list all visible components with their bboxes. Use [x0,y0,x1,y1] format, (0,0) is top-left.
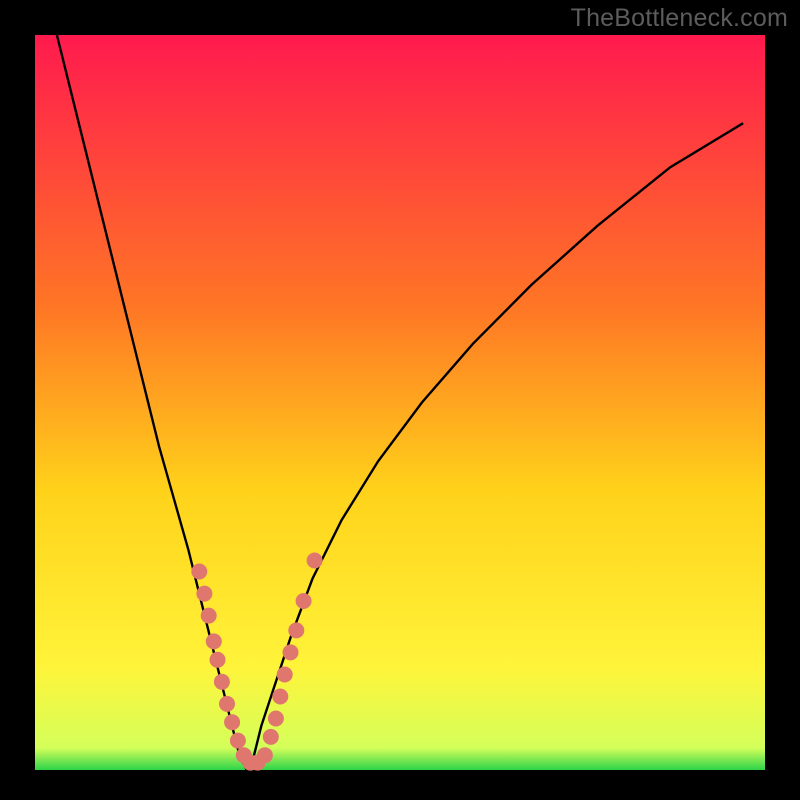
sample-point [277,667,293,683]
sample-point [307,553,323,569]
sample-point [257,747,273,763]
sample-point [196,586,212,602]
sample-point [283,644,299,660]
sample-point [191,564,207,580]
sample-point [210,652,226,668]
sample-point [288,622,304,638]
sample-point [268,711,284,727]
sample-point [206,633,222,649]
chart-frame: TheBottleneck.com [0,0,800,800]
sample-point [219,696,235,712]
sample-point [296,593,312,609]
sample-point [214,674,230,690]
plot-svg [0,0,800,800]
sample-point [263,729,279,745]
watermark-text: TheBottleneck.com [571,4,788,33]
plot-background [35,35,765,770]
sample-point [224,714,240,730]
sample-point [230,733,246,749]
sample-point [201,608,217,624]
sample-point [272,689,288,705]
